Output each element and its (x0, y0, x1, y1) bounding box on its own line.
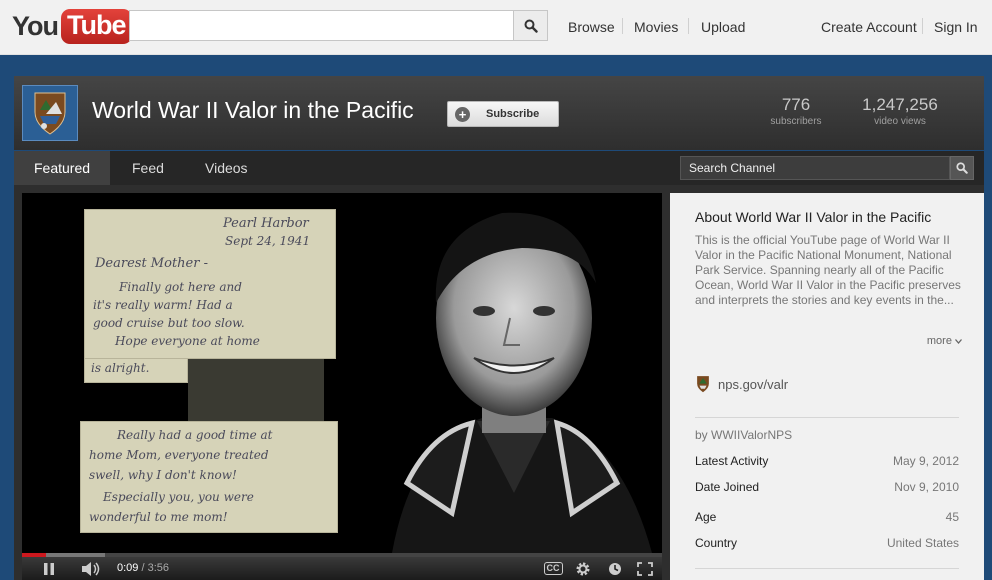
fullscreen-button[interactable] (632, 557, 658, 580)
nav-upload[interactable]: Upload (701, 19, 745, 35)
nav-movies[interactable]: Movies (634, 19, 678, 35)
letter-line: wonderful to me mom! (89, 510, 228, 524)
subscribers-stat: 776 subscribers (768, 95, 824, 127)
settings-button[interactable] (570, 557, 596, 580)
player-controls: 0:09 / 3:56 CC (22, 557, 662, 580)
nav-browse[interactable]: Browse (568, 19, 615, 35)
tab-videos[interactable]: Videos (185, 151, 268, 185)
letter-line: Really had a good time at (117, 428, 273, 442)
channel-header: World War II Valor in the Pacific + Subs… (14, 76, 984, 150)
info-label: Country (695, 536, 738, 550)
logo-tube-text: Tube (61, 8, 132, 44)
subscribers-label: subscribers (770, 116, 822, 127)
info-country: Country United States (695, 536, 959, 550)
logo-you-text: You (12, 10, 59, 41)
info-label: Age (695, 510, 717, 524)
views-label: video views (874, 116, 926, 127)
letter-back-shadow (188, 359, 324, 421)
info-value: 45 (945, 510, 959, 524)
channel-content: Pearl Harbor Sept 24, 1941 Dearest Mothe… (14, 185, 984, 580)
info-label: Latest Activity (695, 454, 769, 468)
captions-button[interactable]: CC (540, 557, 566, 580)
letter-line: Dearest Mother - (95, 256, 208, 271)
subscribe-label: Subscribe (486, 108, 540, 120)
letter-line: it's really warm! Had a (93, 298, 233, 312)
views-count: 1,247,256 (862, 95, 938, 114)
divider (695, 568, 959, 569)
channel-owner[interactable]: by WWIIValorNPS (695, 428, 792, 442)
subscribers-count: 776 (781, 95, 811, 114)
create-account-link[interactable]: Create Account (821, 19, 917, 35)
letter-top-image: Pearl Harbor Sept 24, 1941 Dearest Mothe… (84, 209, 336, 359)
letter-top-flap: is alright. (84, 359, 188, 383)
letter-line: Finally got here and (119, 280, 242, 294)
search-icon (956, 162, 968, 174)
subscribe-button[interactable]: + Subscribe (447, 101, 559, 127)
more-label: more (926, 335, 952, 347)
tab-featured[interactable]: Featured (14, 151, 111, 185)
video-frame[interactable]: Pearl Harbor Sept 24, 1941 Dearest Mothe… (22, 193, 662, 553)
nav-divider (688, 18, 689, 34)
masthead: You Tube Browse Movies Upload Create Acco… (0, 0, 992, 55)
letter-line: home Mom, everyone treated (89, 448, 269, 462)
channel-search-input[interactable] (680, 156, 950, 180)
video-player[interactable]: Pearl Harbor Sept 24, 1941 Dearest Mothe… (22, 193, 662, 580)
nps-arrowhead-icon (34, 92, 66, 135)
nps-arrowhead-icon (697, 376, 709, 393)
info-label: Date Joined (695, 480, 760, 494)
more-link[interactable]: more (927, 335, 962, 347)
nav-divider (922, 18, 923, 34)
info-date-joined: Date Joined Nov 9, 2010 (695, 480, 959, 494)
about-title: About World War II Valor in the Pacific (695, 209, 932, 225)
search-button[interactable] (513, 10, 548, 41)
watch-later-button[interactable] (602, 557, 628, 580)
about-description: This is the official YouTube page of Wor… (695, 233, 961, 307)
gear-icon (576, 562, 590, 575)
views-stat: 1,247,256 video views (854, 95, 946, 127)
letter-line: Pearl Harbor (223, 216, 309, 231)
letter-line: Sept 24, 1941 (225, 234, 311, 248)
channel-title: World War II Valor in the Pacific (92, 97, 414, 123)
tab-feed[interactable]: Feed (112, 151, 184, 185)
info-value: Nov 9, 2010 (894, 480, 959, 494)
fullscreen-icon (637, 561, 653, 576)
letter-line: swell, why I don't know! (89, 468, 237, 482)
info-age: Age 45 (695, 510, 959, 524)
sign-in-link[interactable]: Sign In (934, 19, 978, 35)
volume-icon (82, 561, 100, 576)
plus-icon: + (455, 106, 470, 122)
channel-search-button[interactable] (950, 156, 974, 180)
letter-line: Especially you, you were (103, 490, 254, 504)
nav-divider (622, 18, 623, 34)
time-current: 0:09 (117, 562, 139, 574)
letter-line: is alright. (91, 361, 150, 375)
divider (695, 417, 959, 418)
website-url: nps.gov/valr (718, 376, 789, 392)
letter-line: good cruise but too slow. (93, 316, 245, 330)
time-display: 0:09 / 3:56 (117, 562, 169, 574)
volume-button[interactable] (78, 557, 104, 580)
pause-icon (44, 562, 54, 575)
cc-icon: CC (543, 562, 563, 575)
chevron-down-icon (955, 338, 962, 344)
channel-tabs-bar: Featured Feed Videos (14, 151, 984, 185)
pause-button[interactable] (36, 557, 62, 580)
search-icon (524, 19, 538, 33)
letter-bottom-image: Really had a good time at home Mom, ever… (80, 421, 338, 533)
channel-avatar[interactable] (22, 85, 78, 141)
letter-line: Hope everyone at home (115, 334, 260, 348)
website-link[interactable]: nps.gov/valr (695, 375, 788, 393)
info-value: May 9, 2012 (892, 454, 959, 468)
info-latest-activity: Latest Activity May 9, 2012 (695, 454, 959, 468)
clock-icon (609, 562, 621, 575)
youtube-logo[interactable]: You Tube (12, 6, 132, 46)
search-input[interactable] (129, 10, 514, 41)
about-sidebar: About World War II Valor in the Pacific … (670, 193, 984, 580)
info-value: United States (886, 536, 959, 550)
time-separator: / (141, 562, 145, 574)
time-total: 3:56 (147, 562, 170, 574)
sailor-portrait-image (392, 212, 652, 553)
